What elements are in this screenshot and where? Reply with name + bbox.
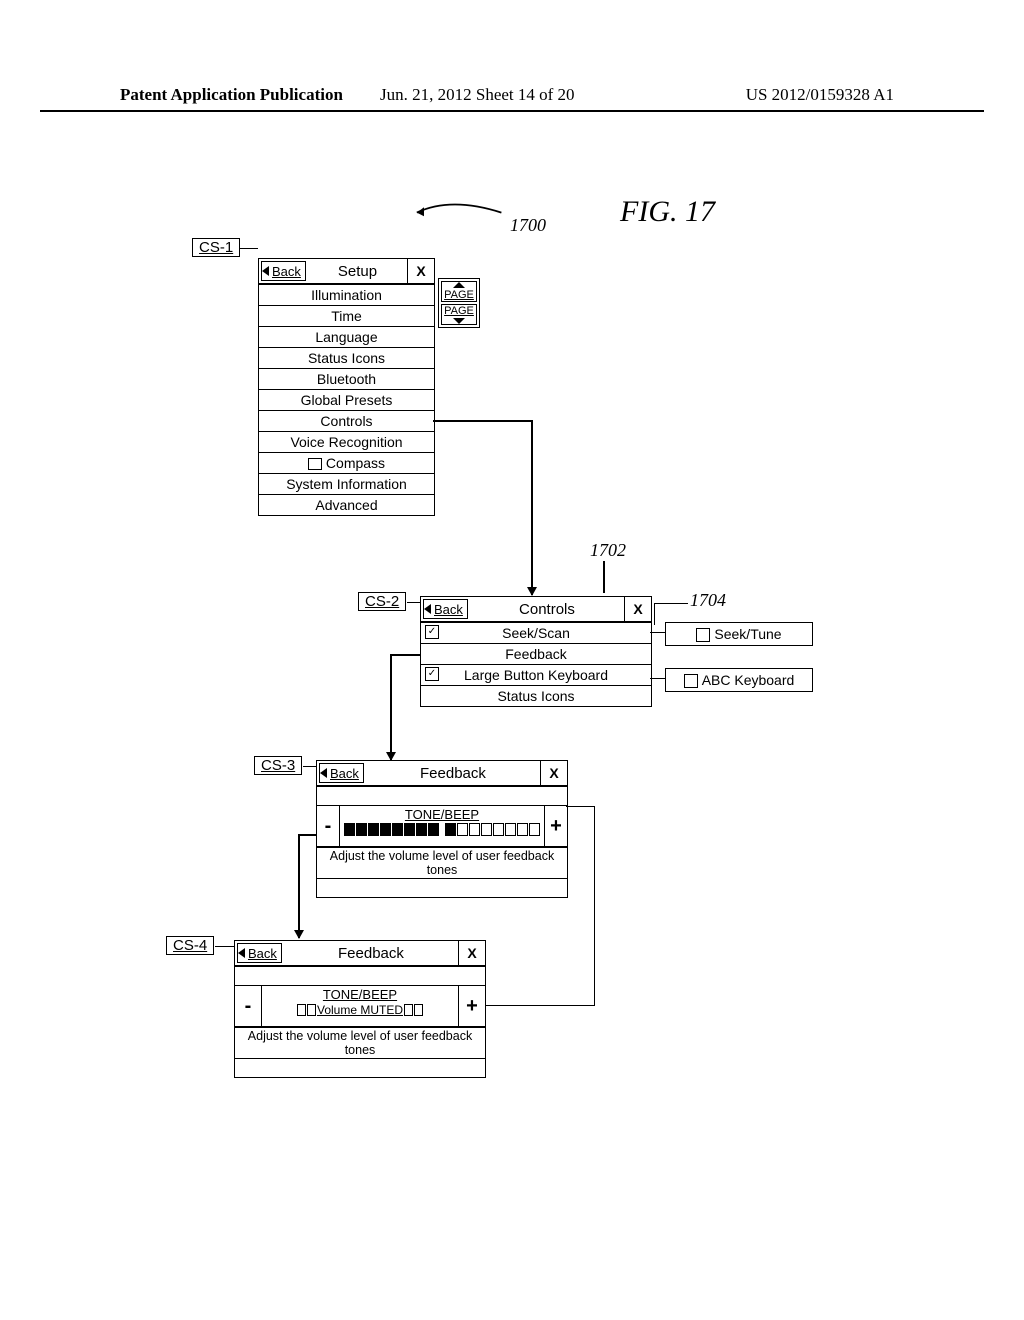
- volume-up-button[interactable]: +: [544, 806, 567, 846]
- back-button[interactable]: Back: [237, 943, 282, 963]
- back-button[interactable]: Back: [261, 261, 306, 281]
- leader-1704: [655, 603, 688, 604]
- volume-down-button[interactable]: -: [317, 806, 340, 846]
- list-item[interactable]: Time: [259, 305, 434, 326]
- connector: [531, 420, 533, 592]
- panel-title: Feedback: [366, 765, 540, 782]
- list-item[interactable]: Advanced: [259, 494, 434, 515]
- connector: [566, 806, 594, 807]
- list-item[interactable]: ✓ Seek/Scan: [421, 622, 651, 643]
- stub: [240, 248, 258, 249]
- volume-indicator: TONE/BEEP Volume MUTED: [262, 986, 458, 1026]
- list-item[interactable]: Controls: [259, 410, 434, 431]
- panel-title: Feedback: [284, 945, 458, 962]
- cs1-panel: Back Setup X Illumination Time Language …: [258, 258, 435, 516]
- list-item[interactable]: Compass: [259, 452, 434, 473]
- ref-1702: 1702: [590, 540, 626, 561]
- stub: [650, 632, 665, 633]
- help-text: Adjust the volume level of user feedback…: [235, 1027, 485, 1058]
- cs3-panel: Back Feedback X - TONE/BEEP + Adjust the…: [316, 760, 568, 898]
- stub: [215, 946, 234, 947]
- panel-title: Setup: [308, 263, 407, 280]
- cs1-label: CS-1: [192, 238, 240, 257]
- stub: [650, 678, 665, 679]
- list-item[interactable]: Status Icons: [421, 685, 651, 706]
- cs4-label: CS-4: [166, 936, 214, 955]
- close-button[interactable]: X: [540, 761, 567, 785]
- list-item[interactable]: Illumination: [259, 284, 434, 305]
- ref-1700: 1700: [510, 215, 546, 236]
- page-down-button[interactable]: PAGE: [441, 304, 477, 325]
- page-header: Patent Application Publication Jun. 21, …: [120, 85, 894, 105]
- close-button[interactable]: X: [407, 259, 434, 283]
- page-buttons: PAGE PAGE: [438, 278, 480, 328]
- arrow-down: [531, 585, 533, 595]
- item-label: Large Button Keyboard: [464, 667, 608, 683]
- checkbox-icon: [696, 628, 710, 642]
- leader-1702a: [603, 561, 605, 593]
- stub: [407, 602, 420, 603]
- leader-1704b: [654, 603, 655, 625]
- tone-label: TONE/BEEP: [266, 987, 454, 1002]
- item-label: Seek/Scan: [502, 625, 570, 641]
- tone-label: TONE/BEEP: [344, 807, 540, 822]
- cs4-panel: Back Feedback X - TONE/BEEP Volume MUTED…: [234, 940, 486, 1078]
- volume-bar: [344, 823, 540, 836]
- cs3-label: CS-3: [254, 756, 302, 775]
- page-up-button[interactable]: PAGE: [441, 281, 477, 302]
- item-label: Compass: [326, 455, 385, 471]
- back-button[interactable]: Back: [319, 763, 364, 783]
- option-label: ABC Keyboard: [702, 672, 795, 688]
- connector: [390, 654, 420, 656]
- help-text: Adjust the volume level of user feedback…: [317, 847, 567, 878]
- checkbox-icon: ✓: [425, 667, 439, 681]
- option-seek-tune[interactable]: Seek/Tune: [665, 622, 813, 646]
- close-button[interactable]: X: [458, 941, 485, 965]
- figure-label: FIG. 17: [620, 195, 715, 229]
- volume-up-button[interactable]: +: [458, 986, 485, 1026]
- header-right: US 2012/0159328 A1: [746, 85, 894, 105]
- muted-label: Volume MUTED: [317, 1003, 403, 1017]
- header-rule: [40, 110, 984, 112]
- option-label: Seek/Tune: [714, 626, 781, 642]
- list-item[interactable]: ✓ Large Button Keyboard: [421, 664, 651, 685]
- panel-title: Controls: [470, 601, 624, 618]
- connector: [298, 834, 300, 934]
- close-button[interactable]: X: [624, 597, 651, 621]
- header-mid: Jun. 21, 2012 Sheet 14 of 20: [380, 85, 575, 105]
- stub: [303, 766, 316, 767]
- cs2-label: CS-2: [358, 592, 406, 611]
- list-item[interactable]: Global Presets: [259, 389, 434, 410]
- connector: [298, 834, 316, 836]
- cs2-panel: Back Controls X ✓ Seek/Scan Feedback ✓ L…: [420, 596, 652, 707]
- ref-1704: 1704: [690, 590, 726, 611]
- connector: [594, 806, 595, 1006]
- list-item[interactable]: Feedback: [421, 643, 651, 664]
- volume-down-button[interactable]: -: [235, 986, 262, 1026]
- list-item[interactable]: Status Icons: [259, 347, 434, 368]
- checkbox-icon: [684, 674, 698, 688]
- volume-indicator: TONE/BEEP: [340, 806, 544, 846]
- list-item[interactable]: Language: [259, 326, 434, 347]
- item-label: Feedback: [505, 646, 566, 662]
- list-item[interactable]: Voice Recognition: [259, 431, 434, 452]
- arrow-down: [390, 750, 392, 760]
- checkbox-icon: ✓: [425, 625, 439, 639]
- back-button[interactable]: Back: [423, 599, 468, 619]
- leader-1700: [415, 200, 505, 218]
- list-item[interactable]: Bluetooth: [259, 368, 434, 389]
- connector: [390, 654, 392, 756]
- connector: [485, 1005, 595, 1006]
- list-item[interactable]: System Information: [259, 473, 434, 494]
- arrow-down: [298, 928, 300, 938]
- item-label: Status Icons: [497, 688, 574, 704]
- header-left: Patent Application Publication: [120, 85, 343, 104]
- volume-muted-bar: Volume MUTED: [266, 1003, 454, 1017]
- connector: [433, 420, 533, 422]
- option-abc-keyboard[interactable]: ABC Keyboard: [665, 668, 813, 692]
